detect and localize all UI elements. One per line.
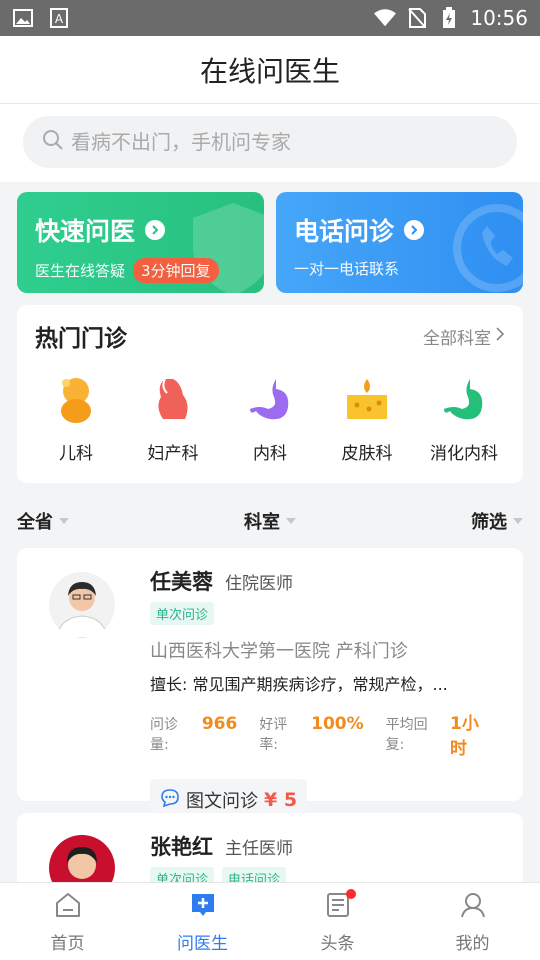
more-filter[interactable]: 筛选	[471, 508, 523, 534]
chat-bubble-icon	[160, 788, 180, 813]
doctor-card[interactable]: 任美蓉 住院医师 单次问诊 山西医科大学第一医院 产科门诊 擅长: 常见围产期疾…	[17, 548, 523, 821]
consult-price: ¥ 5	[264, 789, 298, 811]
tab-label: 问医生	[177, 933, 228, 954]
user-icon	[458, 890, 488, 925]
dept-filter-label: 科室	[244, 512, 280, 533]
image-icon	[12, 8, 34, 28]
doctor-skill: 擅长: 常见围产期疾病诊疗，常规产检，...	[150, 675, 448, 694]
quick-actions: 快速问医 医生在线答疑 3分钟回复 电话问诊 一对一电话联系	[17, 192, 523, 293]
stomach-icon	[246, 375, 294, 429]
consult-count-label: 问诊量:	[150, 717, 178, 753]
fast-consult-card[interactable]: 快速问医 医生在线答疑 3分钟回复	[17, 192, 264, 293]
hot-departments: 热门门诊 全部科室 儿科 妇产科 内科 皮肤科 消化内科	[17, 305, 523, 483]
filter-bar: 全省 科室 筛选	[17, 500, 523, 542]
doctor-card[interactable]: 张艳红 主任医师 单次问诊 电话问诊	[17, 813, 523, 893]
search-bar[interactable]	[23, 116, 517, 168]
search-icon	[41, 128, 65, 156]
no-sim-icon	[406, 8, 428, 28]
rating-value: 100%	[311, 714, 364, 734]
tab-home[interactable]: 首页	[0, 883, 135, 960]
phone-consult-title: 电话问诊	[294, 217, 395, 246]
search-input[interactable]	[71, 130, 499, 154]
triangle-down-icon	[59, 518, 69, 524]
fast-consult-title: 快速问医	[35, 217, 136, 246]
service-tag: 单次问诊	[150, 602, 215, 625]
dept-label: 妇产科	[147, 444, 199, 464]
dept-internal[interactable]: 内科	[231, 375, 309, 464]
reply-time-badge: 3分钟回复	[133, 258, 219, 283]
all-departments-label: 全部科室	[423, 328, 491, 349]
font-icon: A	[48, 8, 70, 28]
home-icon	[53, 890, 83, 925]
dept-filter[interactable]: 科室	[244, 508, 296, 534]
doctor-rank: 主任医师	[225, 839, 293, 859]
doctor-rank: 住院医师	[225, 574, 293, 594]
doctor-name: 任美蓉	[150, 570, 213, 594]
dept-gastroenterology[interactable]: 消化内科	[425, 375, 503, 464]
uterus-icon	[151, 375, 195, 429]
tab-profile[interactable]: 我的	[405, 883, 540, 960]
fast-consult-subtitle: 医生在线答疑	[35, 262, 126, 280]
page-title: 在线问医生	[199, 54, 340, 88]
doctor-name: 张艳红	[150, 835, 213, 859]
skin-icon	[343, 375, 391, 429]
region-filter[interactable]: 全省	[17, 508, 69, 534]
phone-consult-card[interactable]: 电话问诊 一对一电话联系	[276, 192, 523, 293]
chevron-right-icon	[404, 220, 425, 240]
dept-obstetrics[interactable]: 妇产科	[134, 375, 212, 464]
tab-label: 我的	[455, 933, 490, 954]
consult-count-value: 966	[201, 714, 238, 734]
clock: 10:56	[470, 6, 528, 30]
dept-label: 内科	[253, 444, 287, 464]
tab-news[interactable]: 头条	[270, 883, 405, 960]
medical-plus-icon	[188, 890, 218, 925]
status-bar: A 10:56	[0, 0, 540, 36]
bottom-tab-bar: 首页 问医生 头条 我的	[0, 882, 540, 960]
reply-value: 1小时	[449, 714, 479, 759]
dept-pediatrics[interactable]: 儿科	[37, 375, 115, 464]
avatar	[49, 572, 115, 638]
baby-icon	[54, 375, 98, 429]
region-filter-label: 全省	[17, 512, 53, 533]
chevron-right-icon	[495, 326, 505, 347]
doctor-stats: 问诊量: 966 好评率: 100% 平均回复: 1小时	[150, 709, 503, 759]
wifi-icon	[374, 8, 397, 28]
tab-label: 首页	[50, 933, 85, 954]
dept-label: 消化内科	[430, 444, 498, 464]
dept-label: 儿科	[59, 444, 93, 464]
more-filter-label: 筛选	[471, 512, 507, 533]
doctor-hospital: 山西医科大学第一医院 产科门诊	[150, 641, 408, 662]
section-title: 热门门诊	[35, 326, 127, 352]
reply-label: 平均回复:	[385, 717, 428, 753]
chevron-right-icon	[145, 220, 166, 240]
all-departments-link[interactable]: 全部科室	[423, 324, 505, 349]
triangle-down-icon	[513, 518, 523, 524]
dept-dermatology[interactable]: 皮肤科	[328, 375, 406, 464]
tab-ask-doctor[interactable]: 问医生	[135, 883, 270, 960]
battery-icon	[438, 7, 460, 28]
phone-consult-subtitle: 一对一电话联系	[294, 260, 400, 278]
page-header: 在线问医生	[0, 36, 540, 104]
rating-label: 好评率:	[259, 717, 288, 753]
digestive-icon	[440, 375, 488, 429]
tab-label: 头条	[320, 933, 355, 954]
dept-label: 皮肤科	[341, 444, 393, 464]
search-area	[0, 104, 540, 182]
triangle-down-icon	[286, 518, 296, 524]
consult-type-label: 图文问诊	[186, 791, 258, 812]
notification-dot	[346, 889, 356, 899]
svg-text:A: A	[55, 12, 64, 26]
